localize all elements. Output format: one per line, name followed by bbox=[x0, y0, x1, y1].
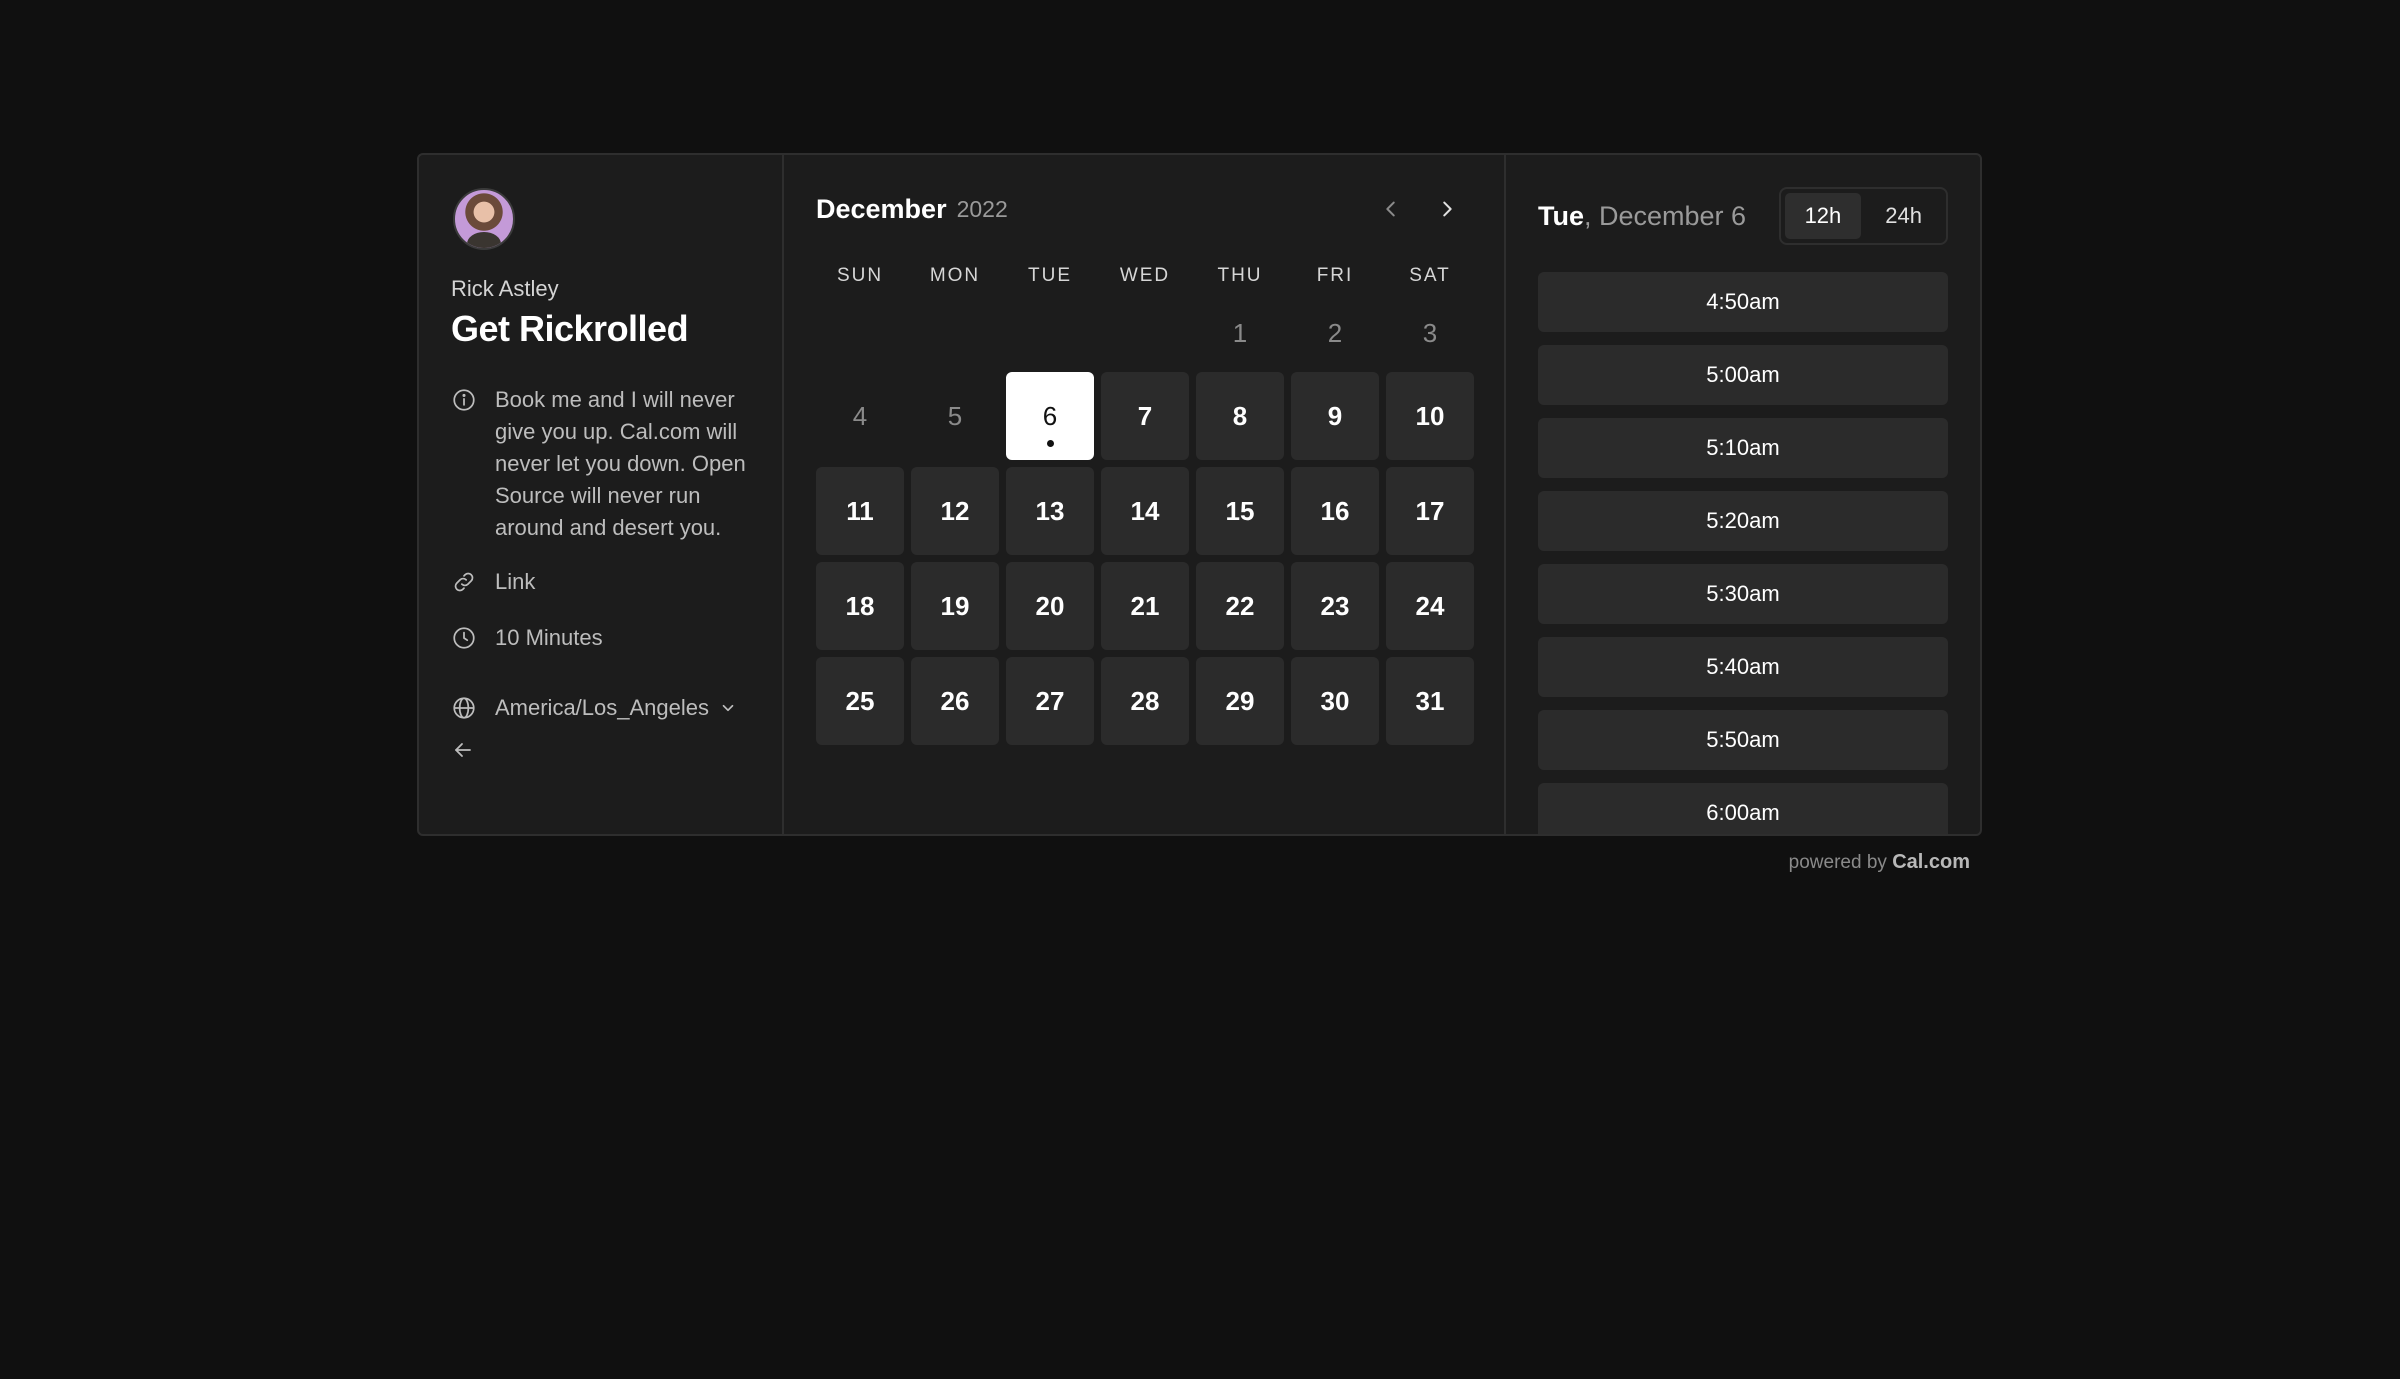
day-7[interactable]: 7 bbox=[1101, 372, 1189, 460]
chevron-left-icon bbox=[1386, 201, 1395, 217]
day-8[interactable]: 8 bbox=[1196, 372, 1284, 460]
day-18[interactable]: 18 bbox=[816, 562, 904, 650]
time-format-toggle: 12h 24h bbox=[1778, 187, 1948, 245]
day-27[interactable]: 27 bbox=[1006, 657, 1094, 745]
day-blank bbox=[816, 301, 904, 365]
day-2: 2 bbox=[1327, 317, 1343, 348]
event-title: Get Rickrolled bbox=[451, 308, 689, 349]
clock-icon bbox=[451, 625, 477, 651]
day-13[interactable]: 13 bbox=[1006, 467, 1094, 555]
day-24[interactable]: 24 bbox=[1386, 562, 1474, 650]
time-slot-button[interactable]: 5:10am bbox=[1538, 418, 1948, 478]
day-blank bbox=[1101, 301, 1189, 365]
day-19[interactable]: 19 bbox=[911, 562, 999, 650]
time-slot-button[interactable]: 5:50am bbox=[1538, 710, 1948, 770]
organizer-name: Rick Astley bbox=[451, 276, 559, 301]
day-31[interactable]: 31 bbox=[1386, 657, 1474, 745]
day-30[interactable]: 30 bbox=[1291, 657, 1379, 745]
day-10[interactable]: 10 bbox=[1386, 372, 1474, 460]
globe-icon bbox=[451, 695, 477, 721]
day-5: 5 bbox=[947, 400, 963, 431]
day-blank bbox=[1006, 301, 1094, 365]
selected-date-text: , December 6 bbox=[1584, 200, 1747, 231]
chevron-right-icon bbox=[1443, 201, 1452, 217]
slots-header: Tue, December 6 12h 24h bbox=[1538, 187, 1948, 245]
event-info-panel: Rick Astley Get Rickrolled Book me and I… bbox=[419, 155, 784, 834]
time-slot-button[interactable]: 5:00am bbox=[1538, 345, 1948, 405]
day-15[interactable]: 15 bbox=[1196, 467, 1284, 555]
time-slot-button[interactable]: 6:00am bbox=[1538, 783, 1948, 834]
day-28[interactable]: 28 bbox=[1101, 657, 1189, 745]
back-arrow-icon[interactable] bbox=[451, 738, 475, 762]
weekday-thu: THU bbox=[1217, 265, 1263, 286]
timezone-value: America/Los_Angeles bbox=[495, 695, 710, 720]
event-location-row: Link bbox=[451, 566, 750, 598]
weekday-header-row: SUN MON TUE WED THU FRI SAT bbox=[816, 265, 1472, 287]
day-4: 4 bbox=[852, 400, 868, 431]
timezone-select[interactable]: America/Los_Angeles bbox=[451, 692, 750, 724]
event-location: Link bbox=[495, 569, 536, 594]
link-icon bbox=[451, 569, 477, 595]
powered-by-text: powered by bbox=[1788, 852, 1887, 873]
month-year: 2022 bbox=[956, 195, 1008, 222]
month-name: December bbox=[816, 193, 947, 224]
next-month-button[interactable] bbox=[1430, 192, 1464, 226]
day-11[interactable]: 11 bbox=[816, 467, 904, 555]
day-26[interactable]: 26 bbox=[911, 657, 999, 745]
time-slots-panel: Tue, December 6 12h 24h 4:50am 5:00am 5:10a… bbox=[1506, 155, 1980, 834]
booking-card: Rick Astley Get Rickrolled Book me and I… bbox=[417, 153, 1982, 836]
day-1: 1 bbox=[1232, 317, 1248, 348]
event-duration-row: 10 Minutes bbox=[451, 622, 750, 654]
time-slot-button[interactable]: 5:40am bbox=[1538, 637, 1948, 697]
event-description: Book me and I will never give you up. Ca… bbox=[495, 387, 746, 540]
day-3: 3 bbox=[1422, 317, 1438, 348]
event-description-row: Book me and I will never give you up. Ca… bbox=[451, 384, 750, 544]
chevron-down-icon bbox=[719, 699, 737, 717]
day-23[interactable]: 23 bbox=[1291, 562, 1379, 650]
day-17[interactable]: 17 bbox=[1386, 467, 1474, 555]
day-21[interactable]: 21 bbox=[1101, 562, 1189, 650]
previous-month-button[interactable] bbox=[1374, 192, 1408, 226]
weekday-sat: SAT bbox=[1409, 265, 1451, 286]
organizer-avatar bbox=[453, 188, 515, 250]
weekday-wed: WED bbox=[1119, 265, 1171, 286]
format-option-12h[interactable]: 12h bbox=[1784, 193, 1862, 239]
day-22[interactable]: 22 bbox=[1196, 562, 1284, 650]
day-16[interactable]: 16 bbox=[1291, 467, 1379, 555]
weekday-mon: MON bbox=[929, 265, 981, 286]
day-grid: 1 2 3 4 5 6 7 8 9 10 11 12 13 14 15 16 17 18 19 20 21 22 23 24 2… bbox=[816, 301, 1474, 745]
day-9[interactable]: 9 bbox=[1291, 372, 1379, 460]
info-icon bbox=[451, 387, 477, 413]
date-picker: December 2022 SUN MON TUE WED THU FRI SAT 1234… bbox=[784, 155, 1506, 834]
month-header: December 2022 bbox=[816, 189, 1472, 229]
day-14[interactable]: 14 bbox=[1101, 467, 1189, 555]
day-12[interactable]: 12 bbox=[911, 467, 999, 555]
day-20[interactable]: 20 bbox=[1006, 562, 1094, 650]
day-blank bbox=[911, 301, 999, 365]
time-slot-button[interactable]: 5:20am bbox=[1538, 491, 1948, 551]
selected-date-heading: Tue, December 6 bbox=[1538, 201, 1746, 232]
day-29[interactable]: 29 bbox=[1196, 657, 1284, 745]
time-slot-list: 4:50am 5:00am 5:10am 5:20am 5:30am 5:40am 5:50… bbox=[1538, 272, 1948, 834]
powered-by-footer[interactable]: powered by Cal.com bbox=[1789, 851, 1970, 874]
day-6[interactable]: 6 bbox=[1006, 372, 1094, 460]
month-navigation bbox=[1374, 192, 1464, 226]
brand-logo-text: Cal.com bbox=[1892, 851, 1970, 873]
selected-day-of-week: Tue bbox=[1538, 200, 1584, 231]
time-slot-button[interactable]: 4:50am bbox=[1538, 272, 1948, 332]
weekday-fri: FRI bbox=[1316, 265, 1354, 286]
event-duration: 10 Minutes bbox=[495, 625, 603, 650]
format-option-24h[interactable]: 24h bbox=[1865, 193, 1942, 239]
time-slot-button[interactable]: 5:30am bbox=[1538, 564, 1948, 624]
day-25[interactable]: 25 bbox=[816, 657, 904, 745]
weekday-sun: SUN bbox=[836, 265, 884, 286]
weekday-tue: TUE bbox=[1028, 265, 1072, 286]
